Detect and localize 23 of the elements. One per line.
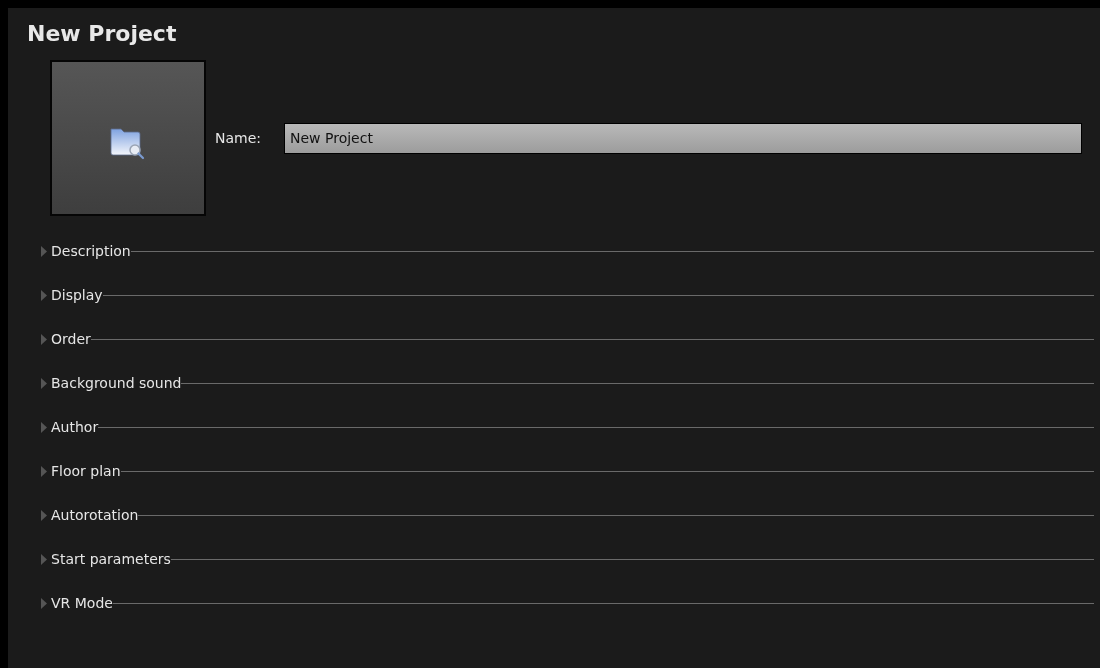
section-header[interactable]: Background sound bbox=[51, 375, 182, 391]
collapse-arrow-icon[interactable] bbox=[41, 289, 48, 301]
section-header[interactable]: Start parameters bbox=[51, 551, 171, 567]
collapse-arrow-icon[interactable] bbox=[41, 509, 48, 521]
collapse-arrow-icon[interactable] bbox=[41, 553, 48, 565]
collapse-arrow-icon[interactable] bbox=[41, 465, 48, 477]
section-header[interactable]: Description bbox=[51, 243, 131, 259]
collapse-arrow-icon[interactable] bbox=[41, 245, 48, 257]
thumbnail-button[interactable] bbox=[50, 60, 206, 216]
collapse-arrow-icon[interactable] bbox=[41, 597, 48, 609]
section-header[interactable]: Autorotation bbox=[51, 507, 139, 523]
section-header[interactable]: Display bbox=[51, 287, 103, 303]
section-header[interactable]: Floor plan bbox=[51, 463, 121, 479]
collapse-arrow-icon[interactable] bbox=[41, 333, 48, 345]
name-label: Name: bbox=[215, 130, 263, 146]
section-header[interactable]: Author bbox=[51, 419, 99, 435]
folder-search-icon bbox=[109, 126, 147, 160]
name-field[interactable]: New Project bbox=[284, 122, 1082, 154]
collapse-arrow-icon[interactable] bbox=[41, 377, 48, 389]
panel-title: New Project bbox=[27, 20, 178, 48]
section-header[interactable]: Order bbox=[51, 331, 91, 347]
collapse-arrow-icon[interactable] bbox=[41, 421, 48, 433]
section-header[interactable]: VR Mode bbox=[51, 595, 113, 611]
